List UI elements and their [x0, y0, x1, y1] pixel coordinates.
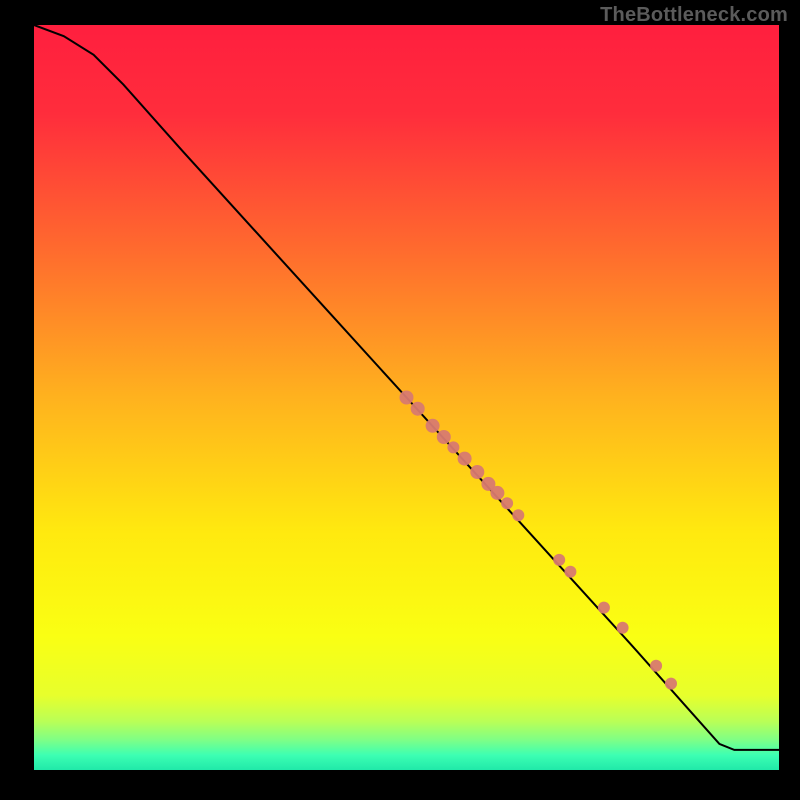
data-point	[650, 660, 662, 672]
bottleneck-curve	[34, 25, 779, 750]
data-point	[501, 497, 513, 509]
data-point	[564, 566, 576, 578]
line-curve	[34, 25, 779, 750]
chart-frame: TheBottleneck.com	[0, 0, 800, 800]
plot-area	[34, 25, 779, 770]
data-points	[400, 391, 678, 690]
data-point	[411, 402, 425, 416]
data-point	[470, 465, 484, 479]
data-point	[458, 452, 472, 466]
data-point	[598, 602, 610, 614]
data-point	[617, 622, 629, 634]
data-point	[426, 419, 440, 433]
data-point	[437, 430, 451, 444]
data-point	[553, 554, 565, 566]
data-point	[490, 486, 504, 500]
chart-svg	[34, 25, 779, 770]
data-point	[665, 678, 677, 690]
data-point	[400, 391, 414, 405]
data-point	[512, 509, 524, 521]
watermark-text: TheBottleneck.com	[600, 4, 788, 27]
data-point	[447, 441, 459, 453]
